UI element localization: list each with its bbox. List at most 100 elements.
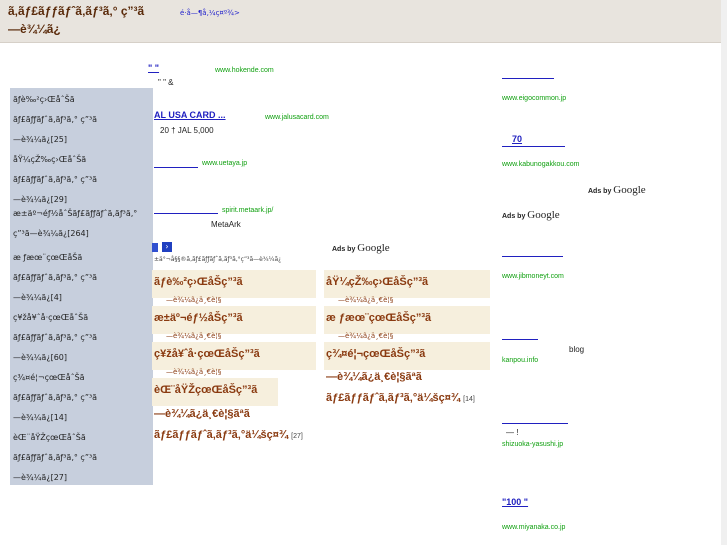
site-title[interactable]: ã‚ãƒ£ãƒƒãƒˆã‚ãƒ³ã‚° ç”³ã —è¾¼ã¿ [8,2,158,38]
sidebar-item-count: ç”³ã—è¾¼ã¿[264] [13,229,89,238]
box-sub: —è¾¼ã¿ä¸€è¦§ [338,332,394,340]
gunma-count: [14] [463,396,475,403]
box-title: èŒ¨åŸŽçœŒåŠç”³ã [154,384,258,396]
sidebar-item-line: ãƒ£ãƒƒãƒˆã‚ãƒ³ã‚° ç”³ã [13,333,98,342]
ads-by-google-right[interactable]: Ads by Google [502,209,560,221]
sidebar-item-ibaraki[interactable]: èŒ¨åŸŽçœŒåˆŠã ãƒ£ãƒƒãƒˆã‚ãƒ³ã‚° ç”³ã —è¾… [13,432,151,484]
google-logo: Google [613,184,646,196]
ad-url-kanpou[interactable]: kanpou.info [502,357,538,364]
box-sub: —è¾¼ã¿ä¸€è¦§ [338,296,394,304]
prefecture-box-gunma[interactable]: ç¾¤é¦¬çœŒåŠç”³ã [324,342,490,370]
ad-link-shizuoka[interactable] [502,423,568,424]
site-title-line1: ã‚ãƒ£ãƒƒãƒˆã‚ãƒ³ã‚° ç”³ã [8,4,145,18]
prefecture-box-kanagawa[interactable]: ç¥žå¥ˆå·çœŒåŠç”³ã —è¾¼ã¿ä¸€è¦§ [152,342,316,376]
sidebar-item-count: —è¾¼ã¿[29] [13,195,67,204]
sidebar-item-line: ç¥žå¥ˆå·çœŒåˆŠã [13,313,89,322]
prefecture-box-tokyo[interactable]: æ±äº¬éƒ½åŠç”³ã —è¾¼ã¿ä¸€è¦§ [152,306,316,340]
ad-title-suffix: ... [218,110,226,120]
ad-text-kanpou: blog [569,345,585,354]
ads-by-label: Ads by [332,246,356,253]
ad-link-kanpou[interactable] [502,339,538,340]
box-title: ç¥žå¥ˆå·çœŒåŠç”³ã [154,348,260,360]
gunma-line2-text: ãƒ£ãƒƒãƒˆã‚ãƒ³ã‚°ä¼šç¤¾ [326,392,461,404]
sidebar: ãƒè‰²ç›ŒåˆŠã ãƒ£ãƒƒãƒˆã‚ãƒ³ã‚° ç”³ã —è¾¼… [10,88,153,485]
ads-by-google-right-top[interactable]: Ads by Google [588,184,646,196]
prefecture-box-ibaraki[interactable]: èŒ¨åŸŽçœŒåŠç”³ã [152,378,278,406]
sidebar-item-line: ç¾¤é¦¬çœŒåˆŠã [13,373,85,382]
sidebar-item-gunma[interactable]: ç¾¤é¦¬çœŒåˆŠã ãƒ£ãƒƒãƒˆã‚ãƒ³ã‚° ç”³ã —è¾… [13,372,151,424]
prefecture-box-chiba[interactable]: ãƒè‰²ç›ŒåŠç”³ã —è¾¼ã¿ä¸€è¦§ [152,270,316,304]
ad-url-kabunogakkou[interactable]: www.kabunogakkou.com [502,161,579,168]
ibaraki-count: [27] [291,433,303,440]
ads-by-google-center[interactable]: Ads by Google [332,242,390,254]
scrollbar[interactable] [721,0,727,545]
sidebar-item-chiba[interactable]: ãƒè‰²ç›ŒåˆŠã ãƒ£ãƒƒãƒˆã‚ãƒ³ã‚° ç”³ã —è¾¼… [13,94,151,146]
box-title: ãƒè‰²ç›ŒåŠç”³ã [154,276,243,288]
gunma-line1: —è¾¼ã¿ä¸€è¦§ãªã [326,371,422,383]
sidebar-item-count: —è¾¼ã¿[27] [13,473,67,482]
sidebar-item-line: ãƒ£ãƒƒãƒˆã‚ãƒ³ã‚° ç”³ã [13,453,98,462]
box-title: æ±äº¬éƒ½åŠç”³ã [154,312,243,324]
sidebar-item-count: —è¾¼ã¿[25] [13,135,67,144]
ad-url-uetaya[interactable]: www.uetaya.jp [202,160,247,167]
google-logo: Google [527,209,560,221]
sidebar-item-line: ãƒ£ãƒƒãƒˆã‚ãƒ³ã‚° ç”³ã [13,273,98,282]
sidebar-item-line: æ ƒæœ¨çœŒåŠã [13,253,83,262]
ad-title-text: AL USA CARD [154,110,216,120]
prefecture-box-tochigi[interactable]: æ ƒæœ¨çœŒåŠç”³ã —è¾¼ã¿ä¸€è¦§ [324,306,490,340]
ad-url-eigocommon[interactable]: www.eigocommon.jp [502,95,566,102]
box-sub: —è¾¼ã¿ä¸€è¦§ [166,296,222,304]
ad-link-miyanaka[interactable]: "100 " [502,497,528,507]
sidebar-item-line: èŒ¨åŸŽçœŒåˆŠã [13,433,86,442]
sidebar-item-line: ãƒ£ãƒƒãƒˆã‚ãƒ³ã‚° ç”³ã [13,393,98,402]
ad-link-jalusacard[interactable]: AL USA CARD ... [154,110,226,120]
ad-link-hokende[interactable]: " " [148,63,159,73]
sidebar-item-tokyo[interactable]: æ±äº¬éƒ½åˆŠãƒ£ãƒƒãƒˆã‚ãƒ³ã‚° ç”³ã—è¾¼ã¿[… [13,208,151,240]
ads-by-label: Ads by [502,213,526,220]
ad-url-shizuoka[interactable]: shizuoka-yasushi.jp [502,441,563,448]
sidebar-item-line: ãƒ£ãƒƒãƒˆã‚ãƒ³ã‚° ç”³ã [13,175,98,184]
box-sub: —è¾¼ã¿ä¸€è¦§ [166,368,222,376]
sidebar-item-line: ãƒ£ãƒƒãƒˆã‚ãƒ³ã‚° ç”³ã [13,115,98,124]
box-sub: —è¾¼ã¿ä¸€è¦§ [166,332,222,340]
box-title: åŸ¼çŽ‰ç›ŒåŠç”³ã [326,276,429,288]
sidebar-item-count: —è¾¼ã¿[60] [13,353,67,362]
ad-link-kabunogakkou[interactable]: 70 [512,134,522,144]
ad-link-eigocommon[interactable] [502,78,554,79]
sidebar-item-count: —è¾¼ã¿[14] [13,413,67,422]
sidebar-item-saitama[interactable]: åŸ¼çŽ‰ç›ŒåˆŠã ãƒ£ãƒƒãƒˆã‚ãƒ³ã‚° ç”³ã —è¾… [13,154,151,206]
ad-text-shizuoka: — ! [506,428,519,437]
ad-link-metaark[interactable] [154,213,218,214]
ad-link-underline [502,146,565,147]
ad-link-jibmoney[interactable] [502,256,563,257]
ad-text-jalusacard: 20 † JAL 5,000 [160,126,214,135]
sidebar-item-count: —è¾¼ã¿[4] [13,293,62,302]
ad-url-jibmoney[interactable]: www.jibmoneyt.com [502,273,564,280]
ad-text-hokende: " " & [158,78,174,87]
ad-link-uetaya[interactable] [154,167,198,168]
site-title-line2: —è¾¼ã¿ [8,22,61,36]
ad-url-miyanaka[interactable]: www.miyanaka.co.jp [502,524,565,531]
box-title: ç¾¤é¦¬çœŒåŠç”³ã [326,348,426,360]
ad-url-hokende[interactable]: www.hokende.com [215,67,274,74]
prev-page-button[interactable] [152,243,158,252]
gunma-line2: ãƒ£ãƒƒãƒˆã‚ãƒ³ã‚°ä¼šç¤¾ [14] [326,392,475,404]
ad-url-metaark[interactable]: spirit.metaark.jp/ [222,207,273,214]
box-title: æ ƒæœ¨çœŒåŠç”³ã [326,312,432,324]
ads-by-label: Ads by [588,188,612,195]
google-logo: Google [357,242,390,254]
sidebar-item-tochigi[interactable]: æ ƒæœ¨çœŒåŠã ãƒ£ãƒƒãƒˆã‚ãƒ³ã‚° ç”³ã —è¾¼… [13,252,151,304]
site-tagline[interactable]: é·å—¶å‚¼ç¤º¾> [180,9,240,17]
sidebar-item-kanagawa[interactable]: ç¥žå¥ˆå·çœŒåˆŠã ãƒ£ãƒƒãƒˆã‚ãƒ³ã‚° ç”³ã —… [13,312,151,364]
sidebar-item-line: åŸ¼çŽ‰ç›ŒåˆŠã [13,155,87,164]
ad-url-jalusacard[interactable]: www.jalusacard.com [265,114,329,121]
sidebar-item-line: æ±äº¬éƒ½åˆŠãƒ£ãƒƒãƒˆã‚ãƒ³ã‚° [13,209,138,218]
breadcrumb: ±ä°¬å§§®ã‚ãƒ£ãƒƒãƒˆã‚ãƒ³ã‚°ç”³ã—è¾¼ã¿ [154,256,282,263]
ibaraki-line2-text: ãƒ£ãƒƒãƒˆã‚ãƒ³ã‚°ä¼šç¤¾ [154,429,289,441]
sidebar-item-line: ãƒè‰²ç›ŒåˆŠã [13,95,75,104]
prefecture-box-saitama[interactable]: åŸ¼çŽ‰ç›ŒåŠç”³ã —è¾¼ã¿ä¸€è¦§ [324,270,490,304]
ibaraki-line1: —è¾¼ã¿ä¸€è¦§ãªã [154,408,250,420]
ibaraki-line2: ãƒ£ãƒƒãƒˆã‚ãƒ³ã‚°ä¼šç¤¾ [27] [154,429,303,441]
ad-text-metaark: MetaArk [211,220,241,229]
next-arrow-icon[interactable]: › [162,242,172,252]
